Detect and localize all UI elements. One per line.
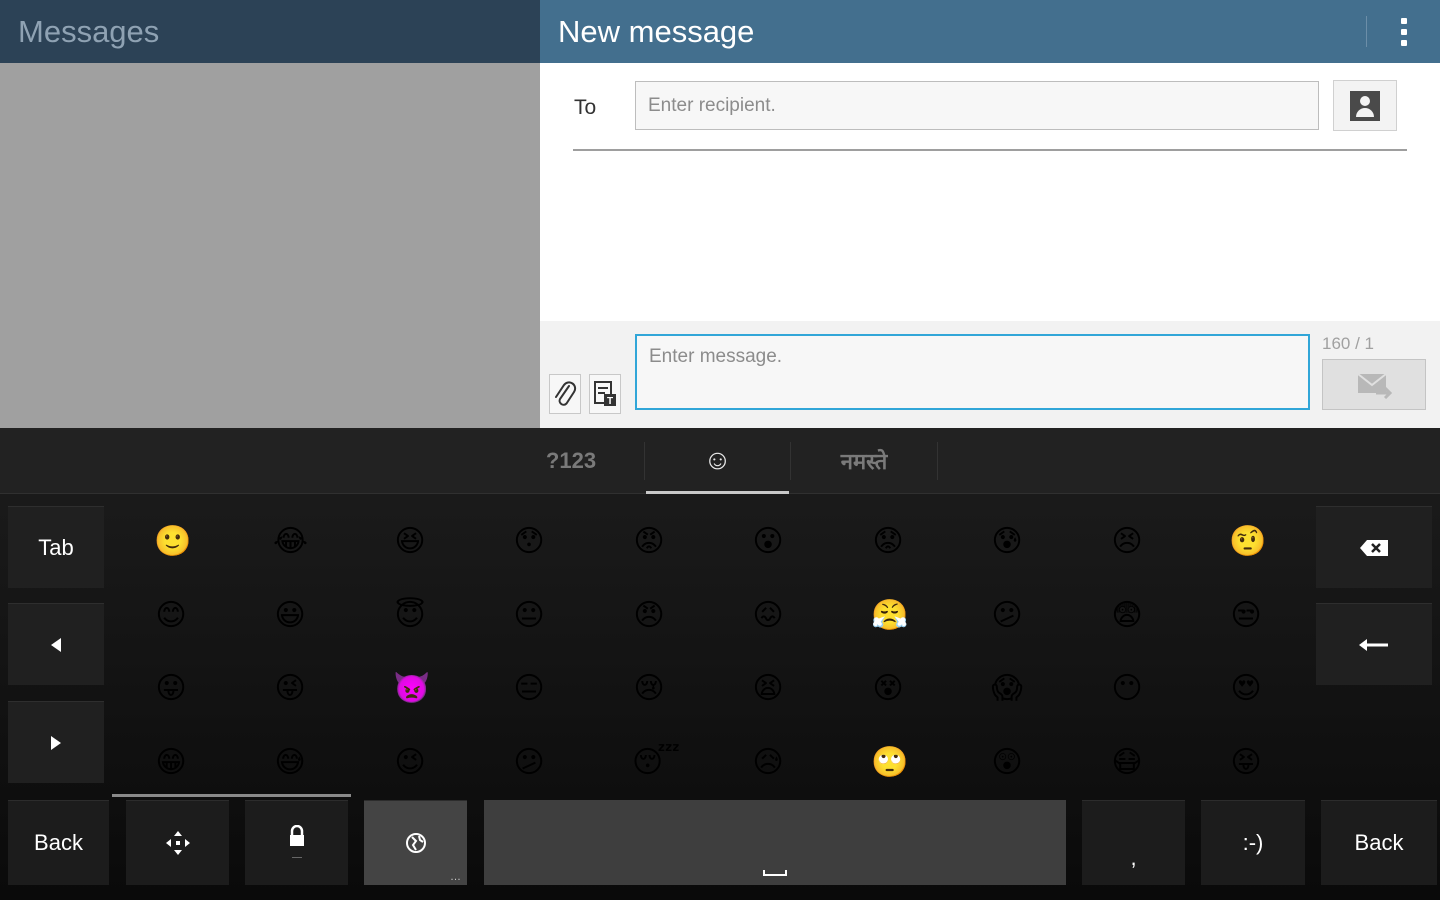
emoji-key[interactable]: 😟 — [871, 525, 905, 559]
more-indicator-icon: … — [450, 871, 461, 883]
contact-picker-button[interactable] — [1333, 80, 1397, 131]
cursor-right-button[interactable] — [8, 701, 104, 783]
tab-key[interactable]: Tab — [8, 506, 104, 588]
language-key[interactable]: … — [364, 800, 467, 885]
emoji-key[interactable]: 😢 — [632, 672, 666, 706]
emoji-key[interactable]: 😕 — [990, 599, 1024, 633]
send-disabled-icon — [1357, 372, 1392, 399]
emoji-key[interactable]: 😇 — [393, 599, 427, 633]
emoji-key[interactable]: 😖 — [751, 599, 785, 633]
emoji-key[interactable]: 😰 — [990, 525, 1024, 559]
compose-header: New message — [540, 0, 1440, 63]
space-key[interactable] — [484, 800, 1066, 885]
compose-area: To — [540, 63, 1440, 321]
tab-emoji[interactable]: ☺ — [646, 428, 789, 494]
emoji-key[interactable]: 😨 — [1110, 599, 1144, 633]
emoji-key[interactable]: 😠 — [632, 599, 666, 633]
emoji-key[interactable]: 😥 — [751, 746, 785, 780]
emoji-key[interactable]: 🙂 — [154, 525, 191, 559]
app-title: Messages — [18, 14, 160, 49]
message-input[interactable] — [635, 334, 1310, 410]
cursor-left-button[interactable] — [8, 603, 104, 685]
emoji-key[interactable]: 😃 — [273, 599, 307, 633]
character-counter: 160 / 1 — [1322, 334, 1374, 353]
emoji-key[interactable]: 😯 — [512, 525, 546, 559]
emoji-key[interactable]: 😍 — [1229, 672, 1263, 706]
back-key-left[interactable]: Back — [8, 800, 109, 885]
emoji-key[interactable]: 😊 — [154, 599, 188, 633]
emoji-key[interactable]: 😣 — [1110, 525, 1144, 559]
lock-icon — [289, 825, 304, 858]
emoji-key[interactable]: 😐 — [512, 599, 546, 633]
move-arrows-icon — [165, 831, 190, 855]
emoji-key[interactable]: 😵 — [871, 672, 905, 706]
emoji-key[interactable]: 😮 — [751, 525, 785, 559]
emoji-key[interactable]: 😆 — [393, 525, 427, 559]
to-label: To — [574, 96, 597, 119]
tab-symbols[interactable]: ?123 — [498, 428, 644, 494]
header-divider — [1366, 16, 1367, 47]
text-template-button[interactable]: T — [589, 374, 621, 414]
emoji-key[interactable]: 😛 — [154, 672, 188, 706]
smiley-key[interactable]: :-) — [1201, 800, 1305, 885]
send-button[interactable] — [1322, 359, 1426, 410]
space-icon — [763, 870, 787, 876]
paperclip-icon — [555, 381, 577, 406]
emoji-key[interactable]: 😝 — [1229, 746, 1263, 780]
conversation-list-header: Messages — [0, 0, 540, 63]
message-bar: T 160 / 1 — [540, 321, 1440, 428]
more-vertical-icon[interactable] — [1384, 14, 1424, 50]
tab-hindi[interactable]: नमस्ते — [791, 428, 937, 494]
emoji-key[interactable]: 😫 — [751, 672, 785, 706]
emoji-grid: 🙂 😂 😆 😯 😡 😮 😟 😰 😣 🤨 😊 😃 😇 😐 😠 😖 😤 😕 😨 😒 … — [112, 506, 1306, 802]
emoji-key[interactable]: 😉 — [393, 746, 427, 780]
enter-arrow-icon — [1359, 638, 1388, 651]
attach-button[interactable] — [549, 374, 581, 414]
emoji-key[interactable]: 😑 — [512, 672, 546, 706]
emoji-key[interactable]: 😴 — [632, 746, 680, 780]
emoji-key[interactable]: 😤 — [871, 599, 908, 633]
svg-text:T: T — [607, 396, 613, 407]
comma-key[interactable]: , — [1082, 800, 1185, 885]
recipient-divider — [573, 149, 1407, 151]
lock-key[interactable] — [245, 800, 348, 885]
emoji-key[interactable]: 😒 — [1229, 599, 1263, 633]
compose-title: New message — [558, 14, 755, 49]
recipient-input[interactable] — [635, 81, 1319, 130]
emoji-page-indicator — [112, 794, 351, 797]
emoji-key[interactable]: 😱 — [990, 672, 1024, 706]
emoji-key[interactable]: 😷 — [1110, 746, 1144, 780]
emoji-key[interactable]: 😕 — [512, 746, 546, 780]
emoji-key[interactable]: 😡 — [632, 525, 666, 559]
emoji-keyboard: ?123 ☺ नमस्ते Tab 🙂 😂 😆 😯 😡 😮 😟 😰 😣 🤨 😊 … — [0, 428, 1440, 900]
tab-separator — [644, 442, 645, 480]
contact-icon — [1350, 90, 1380, 121]
caret-right-icon — [51, 735, 61, 750]
keyboard-tab-bar: ?123 ☺ नमस्ते — [0, 428, 1440, 494]
conversation-list — [0, 63, 540, 428]
caret-left-icon — [51, 637, 61, 652]
emoji-key[interactable]: 😶 — [1110, 672, 1144, 706]
emoji-key[interactable]: 👿 — [393, 672, 430, 706]
globe-icon — [405, 833, 426, 853]
emoji-key[interactable]: 🙄 — [871, 746, 908, 780]
emoji-key[interactable]: 😜 — [273, 672, 307, 706]
tab-separator — [937, 442, 938, 480]
emoji-key[interactable]: 🤨 — [1229, 525, 1266, 559]
back-key-right[interactable]: Back — [1321, 800, 1437, 885]
backspace-icon — [1360, 539, 1388, 556]
emoji-key[interactable]: 😂 — [273, 525, 308, 559]
backspace-key[interactable] — [1316, 506, 1432, 588]
emoji-key[interactable]: 😅 — [273, 746, 307, 780]
emoji-key[interactable]: 😲 — [990, 746, 1024, 780]
emoji-key[interactable]: 😁 — [154, 746, 188, 780]
enter-key[interactable] — [1316, 603, 1432, 685]
move-keyboard-key[interactable] — [126, 800, 229, 885]
text-template-icon: T — [594, 381, 616, 407]
